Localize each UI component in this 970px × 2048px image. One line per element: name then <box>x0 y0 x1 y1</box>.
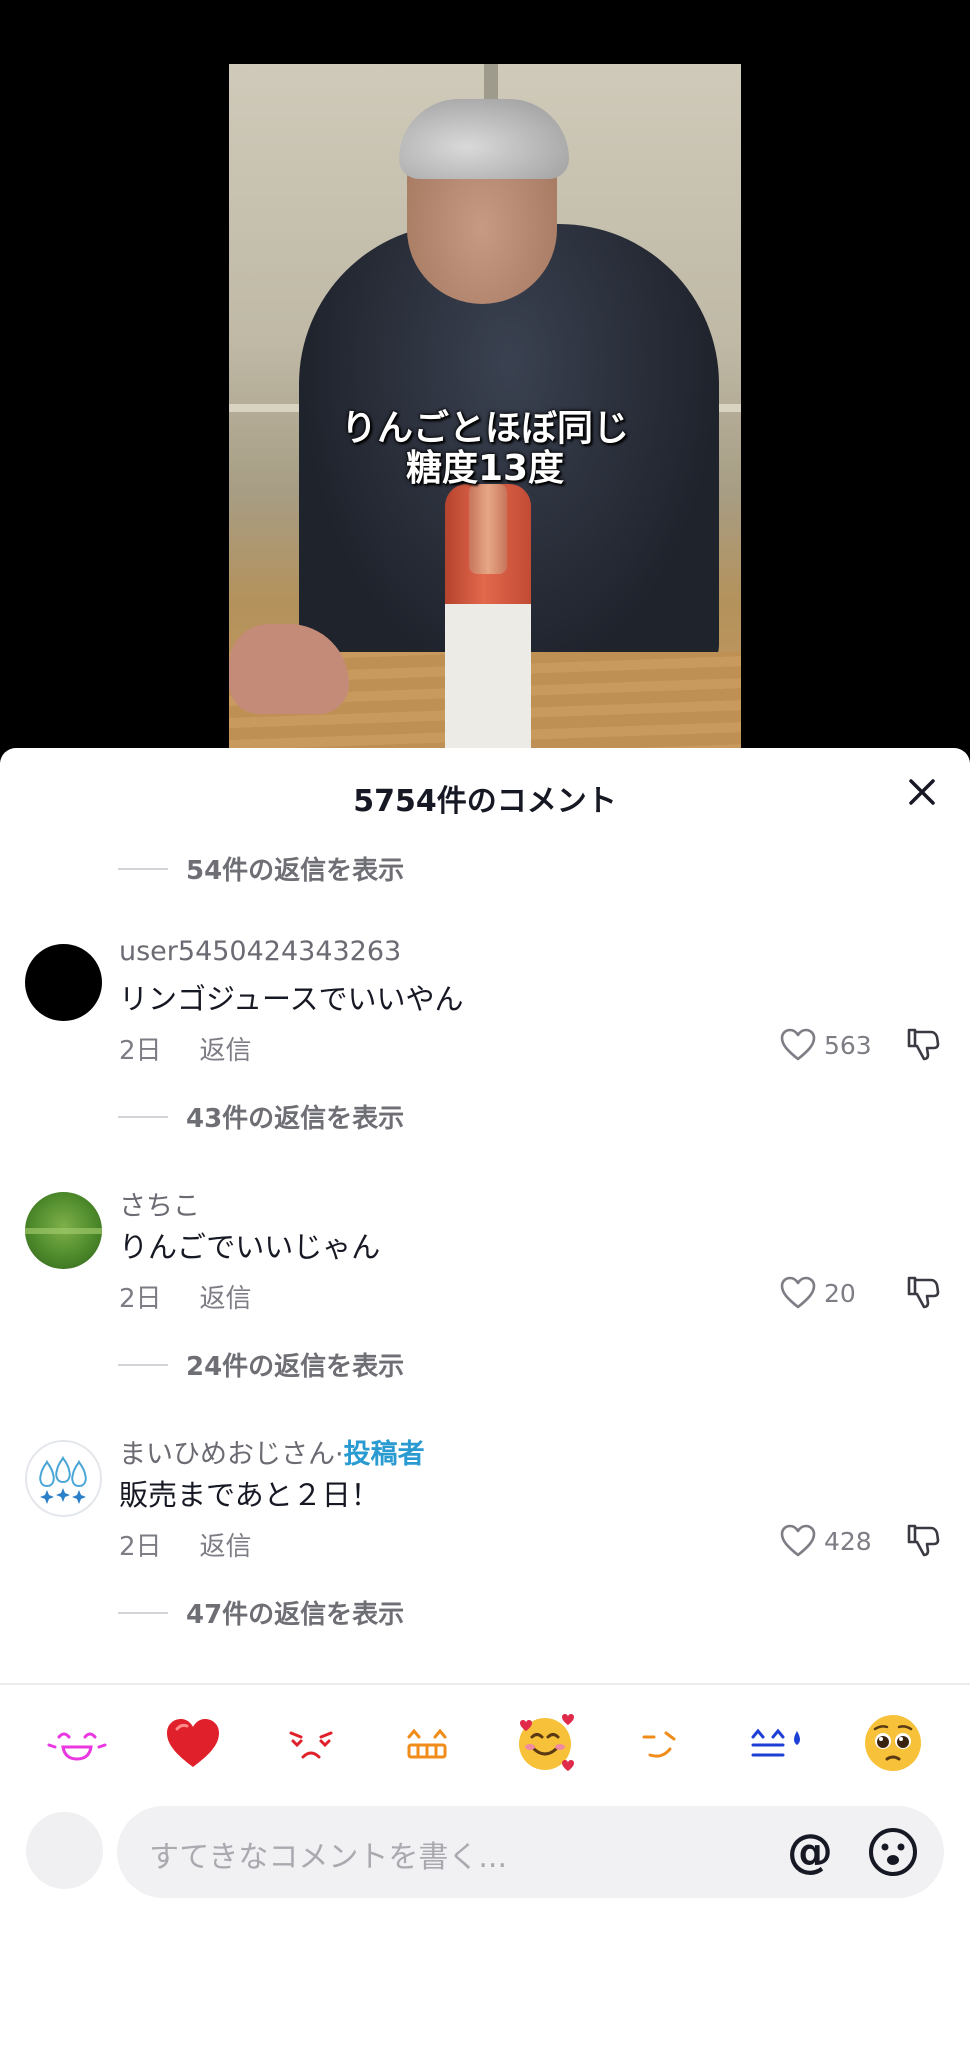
video-caption-line1: りんごとほぼ同じ <box>340 408 629 449</box>
emoji-sweat-kaomoji[interactable] <box>742 1708 812 1778</box>
emoji-smiling-face-with-hearts[interactable] <box>510 1708 580 1778</box>
smiley-icon <box>869 1828 917 1876</box>
avatar[interactable] <box>25 944 102 1021</box>
view-replies-label: 43件の返信を表示 <box>186 1104 405 1134</box>
close-icon <box>909 779 935 805</box>
reply-button[interactable]: 返信 <box>200 1532 252 1562</box>
dislike-button[interactable] <box>905 1522 941 1562</box>
view-replies-link[interactable]: 54件の返信を表示 <box>118 850 404 887</box>
mention-button[interactable]: @ <box>787 1824 833 1878</box>
emoji-sad-kaomoji[interactable] <box>276 1708 346 1778</box>
reply-button[interactable]: 返信 <box>200 1284 252 1314</box>
video-caption-line2: 糖度13度 <box>405 448 565 489</box>
comment-count-title: 5754件のコメント <box>353 784 617 819</box>
thumbs-down-icon <box>907 1028 940 1061</box>
comment-username[interactable]: user5450424343263 <box>119 936 401 967</box>
comment-sheet: 5754件のコメント 54件の返信を表示 user5450424343263 リ… <box>0 748 970 2048</box>
sweat-kaomoji-icon <box>751 1728 800 1757</box>
view-replies-link[interactable]: 24件の返信を表示 <box>118 1346 404 1383</box>
name-separator: · <box>335 1439 344 1470</box>
video-bottle-neck <box>469 484 507 574</box>
view-replies-label: 24件の返信を表示 <box>186 1352 405 1382</box>
dislike-button[interactable] <box>905 1274 941 1314</box>
view-replies-link[interactable]: 47件の返信を表示 <box>118 1594 404 1631</box>
replies-divider-line <box>118 1115 168 1118</box>
comment-text: 販売まであと２日！ <box>119 1478 380 1512</box>
like-button[interactable]: 563 <box>780 1028 872 1062</box>
view-replies-label: 47件の返信を表示 <box>186 1600 405 1630</box>
replies-divider-line <box>118 1611 168 1614</box>
replies-divider-line <box>118 867 168 870</box>
pleading-face-icon <box>865 1715 921 1771</box>
heart-icon <box>167 1719 219 1767</box>
like-count: 563 <box>824 1030 872 1060</box>
like-count: 20 <box>824 1278 856 1308</box>
emoji-quick-bar <box>0 1708 970 1778</box>
like-button[interactable]: 428 <box>780 1524 872 1558</box>
wink-kaomoji-icon <box>642 1731 676 1758</box>
close-button[interactable] <box>902 772 942 812</box>
replies-divider-line <box>118 1363 168 1366</box>
comment-username[interactable]: まいひめおじさん <box>119 1439 335 1470</box>
comment-username[interactable]: さちこ <box>119 1184 200 1223</box>
view-replies-label: 54件の返信を表示 <box>186 856 405 886</box>
comment-input[interactable]: すてきなコメントを書く... @ <box>117 1806 944 1898</box>
heart-outline-icon <box>780 1028 816 1061</box>
comment-meta: 2日 返信 <box>119 1278 252 1315</box>
heart-outline-icon <box>780 1276 816 1309</box>
video-person-hair <box>399 99 569 179</box>
comment-input-placeholder: すてきなコメントを書く... <box>149 1840 508 1875</box>
comment-time: 2日 <box>119 1036 162 1066</box>
like-count: 428 <box>824 1526 872 1556</box>
emoji-picker-button[interactable] <box>867 1826 919 1882</box>
avatar[interactable] <box>25 1440 102 1517</box>
comment-meta: 2日 返信 <box>119 1030 252 1067</box>
thumbs-down-icon <box>907 1524 940 1557</box>
comment-time: 2日 <box>119 1532 162 1562</box>
view-replies-link[interactable]: 43件の返信を表示 <box>118 1098 404 1135</box>
comment-meta: 2日 返信 <box>119 1526 252 1563</box>
my-avatar <box>26 1812 103 1889</box>
grin-kaomoji-icon <box>407 1728 447 1759</box>
emoji-wink-kaomoji[interactable] <box>626 1708 696 1778</box>
composer-divider <box>0 1683 970 1685</box>
dislike-button[interactable] <box>905 1026 941 1066</box>
avatar-field-stripe <box>25 1228 102 1234</box>
author-badge: 投稿者 <box>343 1439 425 1470</box>
emoji-grin-kaomoji[interactable] <box>392 1708 462 1778</box>
heart-outline-icon <box>780 1524 816 1557</box>
emoji-pleading-face[interactable] <box>858 1708 928 1778</box>
comment-text: りんごでいいじゃん <box>119 1230 381 1264</box>
comment-text: リンゴジュースでいいやん <box>119 982 464 1016</box>
avatar[interactable] <box>25 1192 102 1269</box>
video-bottle-label <box>445 604 531 754</box>
like-button[interactable]: 20 <box>780 1276 856 1310</box>
emoji-laughing-kaomoji[interactable] <box>42 1708 112 1778</box>
sad-kaomoji-icon <box>289 1731 333 1759</box>
reply-button[interactable]: 返信 <box>200 1036 252 1066</box>
laughing-kaomoji-icon <box>47 1732 107 1761</box>
smiling-face-with-hearts-icon <box>519 1714 574 1771</box>
comment-time: 2日 <box>119 1284 162 1314</box>
comment-username-row: まいひめおじさん·投稿者 <box>119 1432 425 1471</box>
trees-logo-icon <box>39 1455 87 1504</box>
emoji-heart[interactable] <box>158 1708 228 1778</box>
thumbs-down-icon <box>907 1276 940 1309</box>
